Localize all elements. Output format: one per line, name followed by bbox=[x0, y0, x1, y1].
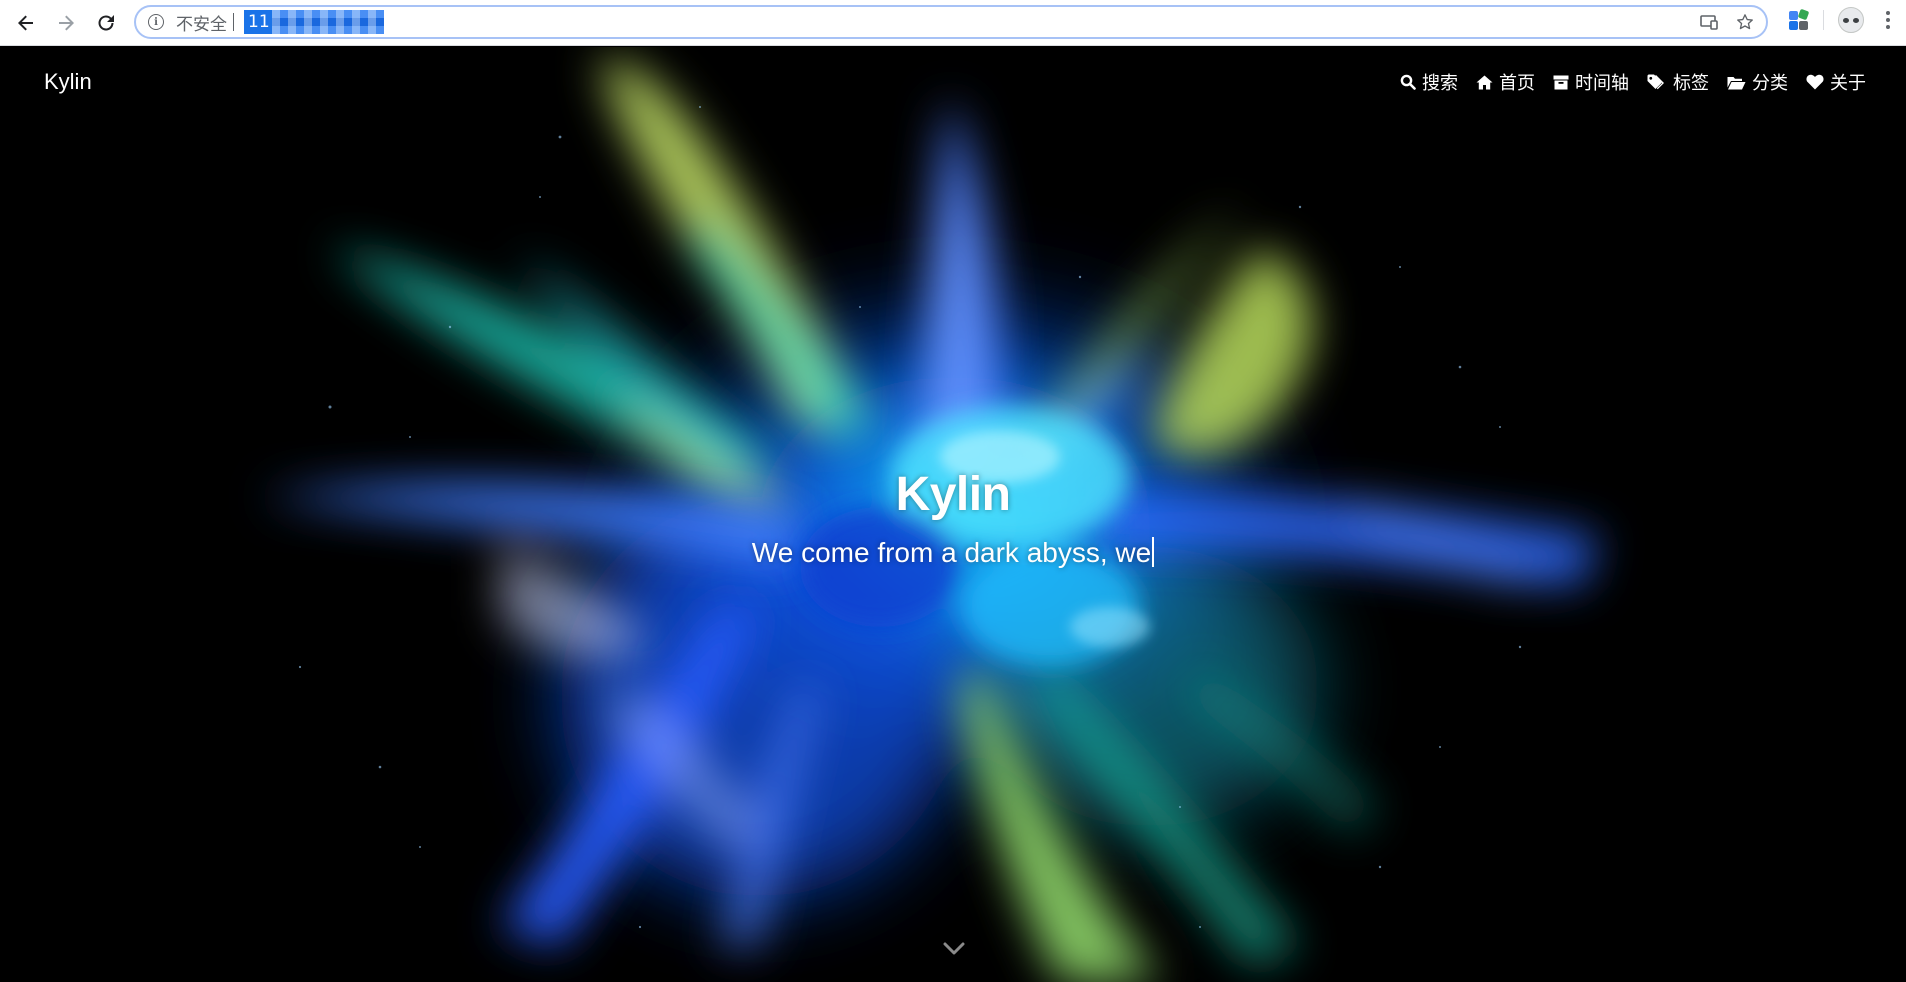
nav-link-categories[interactable]: 分类 bbox=[1727, 69, 1788, 95]
nav-label-tags: 标签 bbox=[1673, 73, 1709, 94]
site-nav: 搜索 首页 时间轴 标签 分类 关于 bbox=[1400, 69, 1866, 95]
arrow-right-icon bbox=[59, 15, 74, 30]
kebab-menu-icon[interactable] bbox=[1878, 6, 1898, 34]
forward-button[interactable] bbox=[46, 3, 86, 43]
chevron-down-icon[interactable] bbox=[943, 941, 965, 957]
url-text[interactable]: 11 bbox=[244, 10, 384, 34]
extension-icon[interactable] bbox=[1787, 8, 1810, 31]
security-label[interactable]: 不安全 bbox=[176, 10, 227, 35]
url-visible-prefix: 11 bbox=[248, 12, 270, 32]
omnibox-divider bbox=[233, 13, 234, 31]
nav-label-search: 搜索 bbox=[1422, 73, 1458, 94]
archive-icon bbox=[1553, 75, 1569, 89]
site-brand-link[interactable]: Kylin bbox=[44, 69, 92, 95]
heart-icon bbox=[1806, 74, 1824, 90]
toolbar-actions bbox=[1787, 6, 1906, 34]
browser-toolbar: i 不安全 11 bbox=[0, 0, 1906, 46]
hero-title: Kylin bbox=[895, 468, 1011, 521]
info-icon[interactable]: i bbox=[148, 14, 164, 30]
hero-subtitle-text: We come from a dark abyss, we bbox=[751, 537, 1152, 568]
back-button[interactable] bbox=[6, 3, 46, 43]
nav-label-categories: 分类 bbox=[1752, 73, 1788, 94]
site-header: Kylin 搜索 首页 时间轴 标签 分类 关于 bbox=[0, 47, 1906, 123]
arrow-left-icon bbox=[18, 15, 33, 30]
web-page: Kylin 搜索 首页 时间轴 标签 分类 关于 Kylin We come f… bbox=[0, 47, 1906, 982]
hero-subtitle: We come from a dark abyss, we bbox=[0, 537, 1906, 569]
nav-label-about: 关于 bbox=[1830, 73, 1866, 94]
star-icon[interactable] bbox=[1734, 11, 1756, 33]
nav-link-timeline[interactable]: 时间轴 bbox=[1553, 69, 1629, 95]
cast-icon[interactable] bbox=[1698, 11, 1720, 33]
nav-link-about[interactable]: 关于 bbox=[1806, 69, 1866, 95]
profile-avatar-icon[interactable] bbox=[1838, 7, 1864, 33]
nav-link-tags[interactable]: 标签 bbox=[1647, 69, 1709, 95]
reload-icon bbox=[98, 14, 114, 31]
toolbar-divider bbox=[1823, 10, 1824, 30]
reload-button[interactable] bbox=[86, 3, 126, 43]
typing-caret bbox=[1152, 537, 1155, 567]
nav-link-search[interactable]: 搜索 bbox=[1400, 69, 1458, 95]
nav-link-home[interactable]: 首页 bbox=[1476, 69, 1535, 95]
search-icon bbox=[1400, 74, 1416, 90]
folder-open-icon bbox=[1727, 76, 1746, 89]
address-bar[interactable]: i 不安全 11 bbox=[134, 5, 1768, 39]
home-icon bbox=[1476, 75, 1493, 89]
nav-label-timeline: 时间轴 bbox=[1575, 73, 1629, 94]
tags-icon bbox=[1647, 74, 1664, 90]
url-redacted-pixels bbox=[272, 10, 384, 34]
nav-label-home: 首页 bbox=[1499, 73, 1535, 94]
